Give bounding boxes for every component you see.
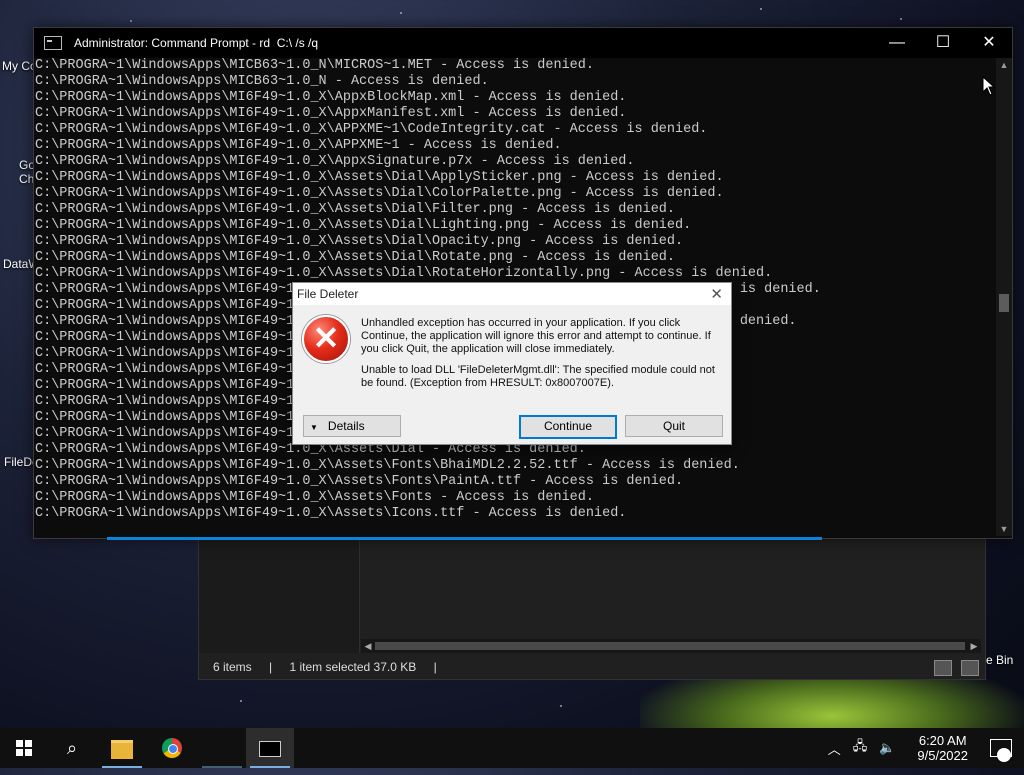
scroll-down-icon[interactable]: ▼ — [996, 522, 1012, 536]
notification-center-icon[interactable]: 1 — [990, 739, 1012, 762]
navigation-pane[interactable] — [199, 539, 360, 653]
exception-message: Unhandled exception has occurred in your… — [361, 317, 711, 355]
cmd-window-title: Administrator: Command Prompt - rd C:\ /… — [74, 36, 319, 50]
taskbar: ⌕ ︿ 🖧 🔈 6:20 AM 9/5/2022 1 — [0, 728, 1024, 768]
desktop-icon-label: My Co — [2, 59, 37, 73]
scrollbar-thumb[interactable] — [375, 642, 965, 650]
console-line: C:\PROGRA~1\WindowsApps\MI6F49~1.0_X\Ass… — [35, 170, 724, 185]
desktop-icon-recycle-bin[interactable]: e Bin — [986, 653, 1013, 667]
horizontal-scrollbar[interactable]: ◀ ▶ — [361, 639, 981, 653]
file-explorer-window[interactable]: ◀ ▶ 6 items | 1 item selected 37.0 KB | — [198, 538, 986, 680]
start-button[interactable] — [0, 728, 48, 768]
details-view-icon[interactable] — [933, 660, 952, 676]
taskbar-app[interactable] — [198, 728, 246, 768]
console-line: C:\PROGRA~1\WindowsApps\MICB63~1.0_N - A… — [35, 74, 489, 89]
console-line: C:\PROGRA~1\WindowsApps\MI6F49~1.0_X\APP… — [35, 122, 708, 137]
taskbar-file-explorer[interactable] — [98, 728, 146, 768]
mouse-cursor-icon — [982, 76, 996, 96]
show-hidden-icons-icon[interactable]: ︿ — [828, 739, 841, 758]
scroll-left-icon[interactable]: ◀ — [361, 639, 375, 653]
clock-time: 6:20 AM — [918, 733, 967, 748]
taskbar-command-prompt[interactable] — [246, 728, 294, 768]
star — [130, 20, 132, 22]
chrome-icon — [162, 738, 182, 758]
console-line: C:\PROGRA~1\WindowsApps\MI6F49~1.0_X\App… — [35, 106, 627, 121]
console-line: C:\PROGRA~1\WindowsApps\MICB63~1.0_N\MIC… — [35, 58, 594, 73]
console-line: C:\PROGRA~1\WindowsApps\MI6F49~1.0_X\Ass… — [35, 490, 594, 505]
view-buttons — [928, 660, 979, 679]
dialog-title: File Deleter — [297, 287, 359, 301]
scroll-right-icon[interactable]: ▶ — [967, 639, 981, 653]
console-line: C:\PROGRA~1\WindowsApps\MI6F49~1.0_X\Ass… — [35, 186, 724, 201]
details-button[interactable]: ▼ Details — [303, 415, 401, 437]
vertical-scrollbar[interactable]: ▲ ▼ — [996, 58, 1012, 536]
console-line: C:\PROGRA~1\WindowsApps\MI6F49~1.0_X\App… — [35, 154, 635, 169]
desktop-icon-my-computer[interactable]: My Co — [2, 59, 37, 73]
console-line: C:\PROGRA~1\WindowsApps\MI6F49~1.0_X\Ass… — [35, 266, 773, 281]
dialog-close-icon[interactable]: ✕ — [710, 285, 723, 303]
folder-icon — [111, 740, 133, 759]
windows-logo-icon — [16, 740, 32, 756]
console-line: C:\PROGRA~1\WindowsApps\MI6F49~1.0_X\Ass… — [35, 234, 684, 249]
search-icon: ⌕ — [66, 738, 78, 758]
close-button[interactable]: ✕ — [966, 28, 1012, 58]
console-line: C:\PROGRA~1\WindowsApps\MI6F49~1.0_X\Ass… — [35, 506, 627, 521]
scroll-up-icon[interactable]: ▲ — [996, 58, 1012, 72]
dialog-titlebar[interactable]: File Deleter ✕ — [293, 283, 731, 305]
details-label: Details — [327, 419, 365, 433]
notification-badge: 1 — [997, 748, 1011, 762]
star — [560, 705, 562, 707]
error-icon: ✕ — [302, 315, 350, 363]
star — [400, 12, 402, 14]
status-bar: 6 items | 1 item selected 37.0 KB | — [199, 655, 983, 679]
status-separator: | — [433, 660, 437, 674]
large-icons-view-icon[interactable] — [961, 660, 979, 676]
console-line: C:\PROGRA~1\WindowsApps\MI6F49~1.0_X\Ass… — [35, 218, 692, 233]
file-deleter-error-dialog[interactable]: File Deleter ✕ ✕ Unhandled exception has… — [292, 282, 732, 445]
dll-error-message: Unable to load DLL 'FileDeleterMgmt.dll'… — [361, 364, 715, 389]
items-count: 6 items — [213, 660, 252, 674]
console-line: C:\PROGRA~1\WindowsApps\MI6F49~1.0_X\App… — [35, 90, 627, 105]
cmd-icon — [44, 36, 62, 50]
quit-button[interactable]: Quit — [625, 415, 723, 437]
continue-button[interactable]: Continue — [519, 415, 617, 439]
cmd-titlebar[interactable]: Administrator: Command Prompt - rd C:\ /… — [34, 28, 1012, 58]
clock[interactable]: 6:20 AM 9/5/2022 — [911, 733, 974, 763]
minimize-button[interactable]: — — [874, 28, 920, 58]
scrollbar-thumb[interactable] — [999, 294, 1009, 312]
progress-line — [107, 537, 822, 540]
star — [900, 18, 902, 20]
system-tray: ︿ 🖧 🔈 6:20 AM 9/5/2022 1 — [822, 728, 1024, 768]
search-button[interactable]: ⌕ — [48, 728, 96, 768]
maximize-button[interactable]: ☐ — [920, 28, 966, 58]
console-line: C:\PROGRA~1\WindowsApps\MI6F49~1.0_X\Ass… — [35, 474, 684, 489]
console-line: C:\PROGRA~1\WindowsApps\MI6F49~1.0_X\Ass… — [35, 458, 740, 473]
network-icon[interactable]: 🖧 — [853, 737, 868, 759]
dialog-message: Unhandled exception has occurred in your… — [361, 317, 723, 398]
volume-icon[interactable]: 🔈 — [879, 740, 895, 756]
console-line: C:\PROGRA~1\WindowsApps\MI6F49~1.0_X\APP… — [35, 138, 562, 153]
console-line: C:\PROGRA~1\WindowsApps\MI6F49~1.0_X\Ass… — [35, 202, 676, 217]
star — [240, 700, 242, 702]
console-line: C:\PROGRA~1\WindowsApps\MI6F49~1.0_X\Ass… — [35, 250, 676, 265]
taskbar-chrome[interactable] — [148, 728, 196, 768]
chevron-down-icon: ▼ — [310, 423, 318, 432]
cmd-icon — [259, 741, 281, 757]
selection-info: 1 item selected 37.0 KB — [289, 660, 417, 674]
status-separator: | — [269, 660, 273, 674]
clock-date: 9/5/2022 — [917, 748, 968, 763]
desktop-icon-label: e Bin — [986, 653, 1014, 667]
star — [760, 8, 762, 10]
